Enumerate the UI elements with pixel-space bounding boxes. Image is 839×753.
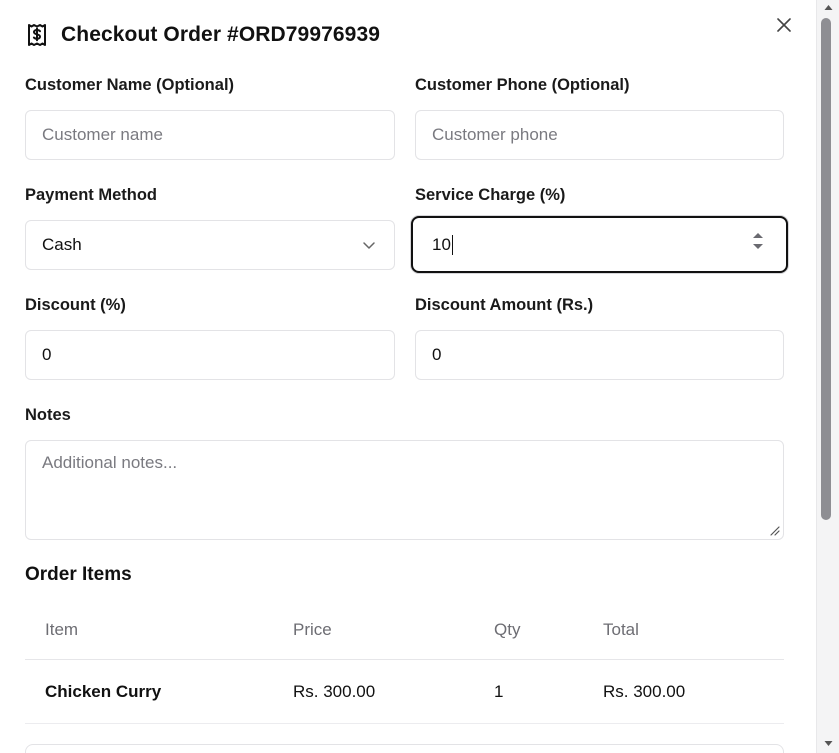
close-button[interactable]	[773, 14, 795, 36]
number-spinner[interactable]	[752, 232, 764, 250]
row-item-total: Rs. 300.00	[603, 681, 686, 701]
order-items-table: Item Price Qty Total Chicken Curry Rs. 3…	[25, 600, 784, 724]
dialog-header: Checkout Order #ORD79976939	[25, 22, 380, 48]
table-row: Chicken Curry Rs. 300.00 1 Rs. 300.00	[25, 660, 784, 724]
column-header-qty: Qty	[494, 619, 521, 639]
notes-label: Notes	[25, 406, 71, 424]
payment-method-value: Cash	[42, 235, 82, 254]
table-header: Item Price Qty Total	[25, 600, 784, 660]
column-header-total: Total	[603, 619, 639, 639]
checkout-dialog: Checkout Order #ORD79976939 Customer Nam…	[0, 0, 816, 753]
customer-name-placeholder: Customer name	[42, 125, 163, 144]
vertical-scrollbar[interactable]	[816, 0, 839, 753]
close-icon	[777, 18, 791, 32]
notes-textarea[interactable]: Additional notes...	[25, 440, 784, 540]
spinner-down-icon[interactable]	[752, 243, 764, 250]
payment-method-label: Payment Method	[25, 186, 158, 204]
resize-handle-icon[interactable]	[770, 526, 780, 536]
discount-amount-label: Discount Amount (Rs.)	[415, 296, 594, 314]
row-item-name: Chicken Curry	[45, 681, 162, 701]
service-charge-input[interactable]: 10	[411, 216, 788, 273]
spinner-up-icon[interactable]	[752, 232, 764, 239]
service-charge-value: 10	[432, 234, 451, 254]
customer-phone-placeholder: Customer phone	[432, 125, 558, 144]
discount-amount-input[interactable]: 0	[415, 330, 784, 380]
discount-amount-value: 0	[432, 345, 442, 364]
discount-percent-label: Discount (%)	[25, 296, 126, 314]
scrollbar-thumb[interactable]	[821, 18, 831, 520]
chevron-down-icon	[363, 242, 375, 249]
customer-name-label: Customer Name (Optional)	[25, 76, 235, 94]
dialog-title: Checkout Order #ORD79976939	[61, 23, 381, 46]
customer-phone-input[interactable]: Customer phone	[415, 110, 784, 160]
discount-percent-value: 0	[42, 345, 52, 364]
column-header-item: Item	[45, 619, 79, 639]
column-header-price: Price	[293, 619, 332, 639]
payment-method-select[interactable]: Cash	[25, 220, 395, 270]
order-summary-box	[25, 744, 784, 753]
text-caret	[451, 234, 453, 255]
discount-percent-input[interactable]: 0	[25, 330, 395, 380]
row-item-price: Rs. 300.00	[293, 681, 376, 701]
customer-phone-label: Customer Phone (Optional)	[415, 76, 630, 94]
scroll-down-icon[interactable]	[824, 740, 833, 747]
order-items-heading: Order Items	[25, 564, 132, 585]
customer-name-input[interactable]: Customer name	[25, 110, 395, 160]
notes-placeholder: Additional notes...	[42, 453, 178, 472]
service-charge-label: Service Charge (%)	[415, 186, 566, 204]
receipt-dollar-icon	[25, 22, 49, 48]
scroll-up-icon[interactable]	[824, 4, 833, 11]
row-item-qty: 1	[494, 681, 504, 701]
